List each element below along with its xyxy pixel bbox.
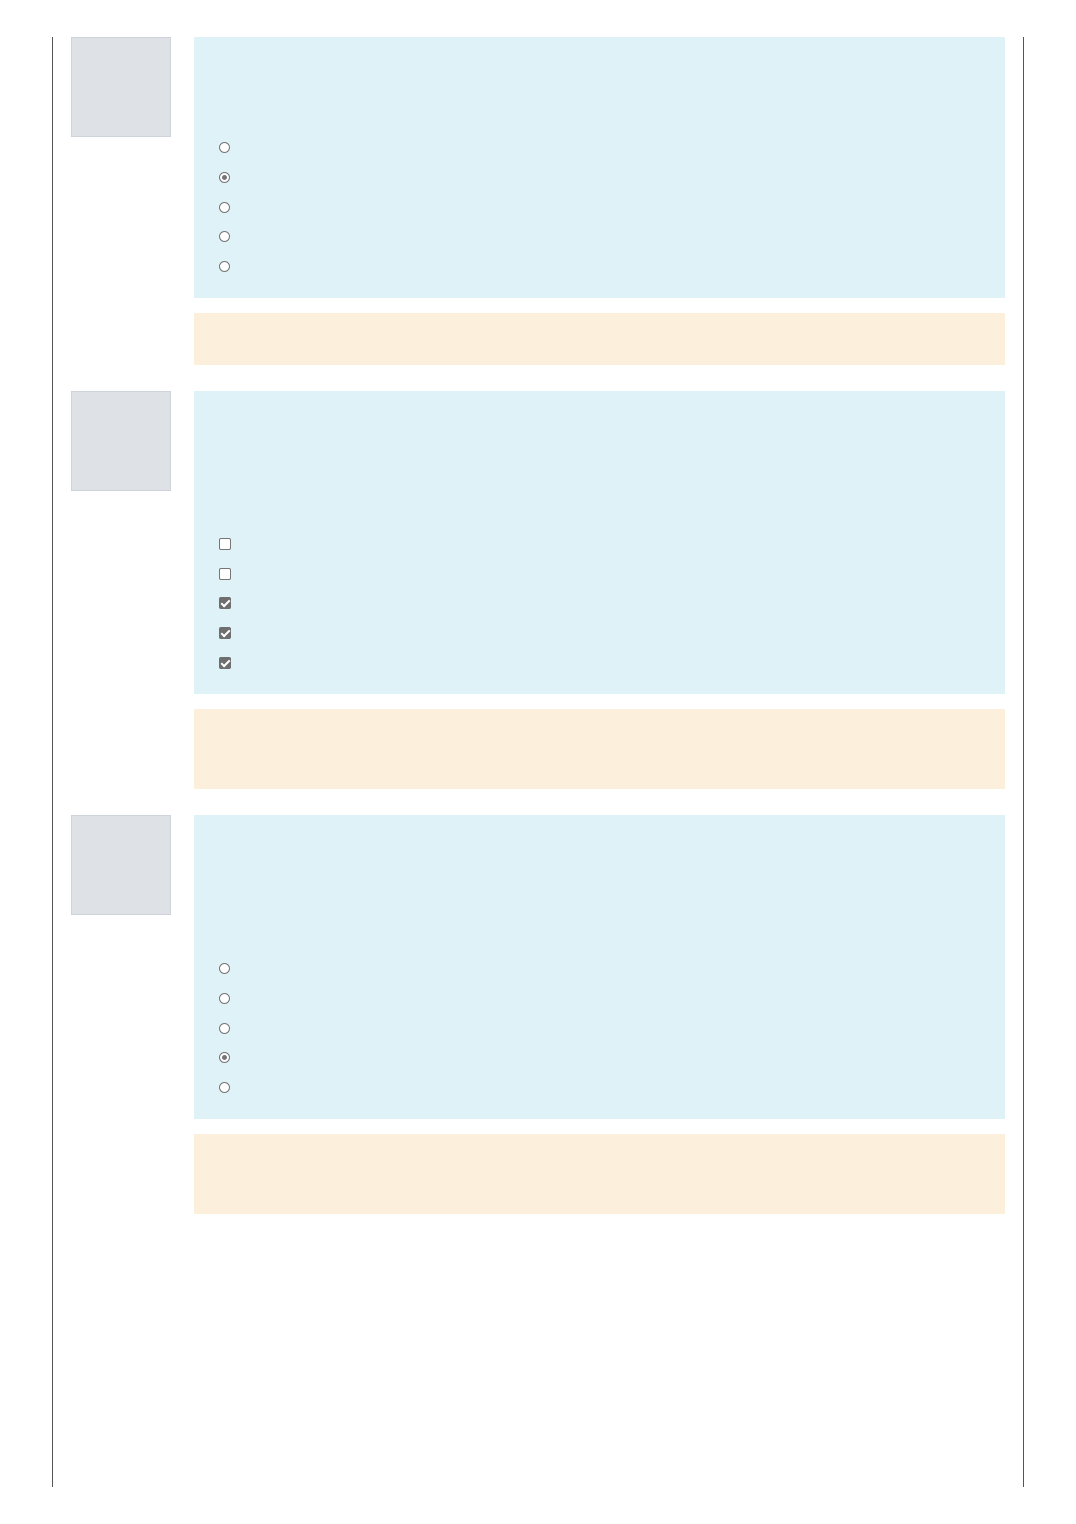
radio-button[interactable] [219, 231, 230, 243]
answer-option[interactable] [218, 618, 231, 648]
question-feedback [194, 1134, 1005, 1214]
radio-button[interactable] [219, 201, 230, 213]
answer-list [218, 133, 230, 281]
answer-list [218, 954, 230, 1102]
page-border-left [52, 37, 53, 1487]
answer-option[interactable] [218, 984, 230, 1014]
question-content [194, 815, 1005, 1119]
checkbox[interactable] [219, 567, 231, 580]
question-info-box [71, 37, 171, 137]
radio-button[interactable] [219, 142, 230, 154]
checkbox-checked[interactable] [219, 626, 231, 639]
answer-list [218, 529, 231, 677]
answer-option[interactable] [218, 559, 231, 589]
radio-button-selected[interactable] [219, 1052, 230, 1064]
answer-option[interactable] [218, 588, 231, 618]
answer-option[interactable] [218, 163, 230, 193]
radio-button-selected[interactable] [219, 172, 230, 184]
question-info-box [71, 391, 171, 491]
radio-button[interactable] [219, 261, 230, 273]
checkbox-checked[interactable] [219, 656, 231, 669]
question-feedback [194, 709, 1005, 789]
answer-option[interactable] [218, 222, 230, 252]
answer-option[interactable] [218, 252, 230, 282]
radio-button[interactable] [219, 993, 230, 1005]
page-border-right [1023, 37, 1024, 1487]
answer-option[interactable] [218, 133, 230, 163]
radio-button[interactable] [219, 963, 230, 975]
radio-button[interactable] [219, 1022, 230, 1034]
answer-option[interactable] [218, 192, 230, 222]
answer-option[interactable] [218, 954, 230, 984]
question-content [194, 37, 1005, 298]
answer-option[interactable] [218, 1073, 230, 1103]
answer-option[interactable] [218, 529, 231, 559]
question-content [194, 391, 1005, 694]
checkbox[interactable] [219, 537, 231, 550]
checkbox-checked[interactable] [219, 597, 231, 610]
question-info-box [71, 815, 171, 915]
question-feedback [194, 313, 1005, 365]
answer-option[interactable] [218, 1013, 230, 1043]
radio-button[interactable] [219, 1082, 230, 1094]
answer-option[interactable] [218, 1043, 230, 1073]
answer-option[interactable] [218, 648, 231, 678]
